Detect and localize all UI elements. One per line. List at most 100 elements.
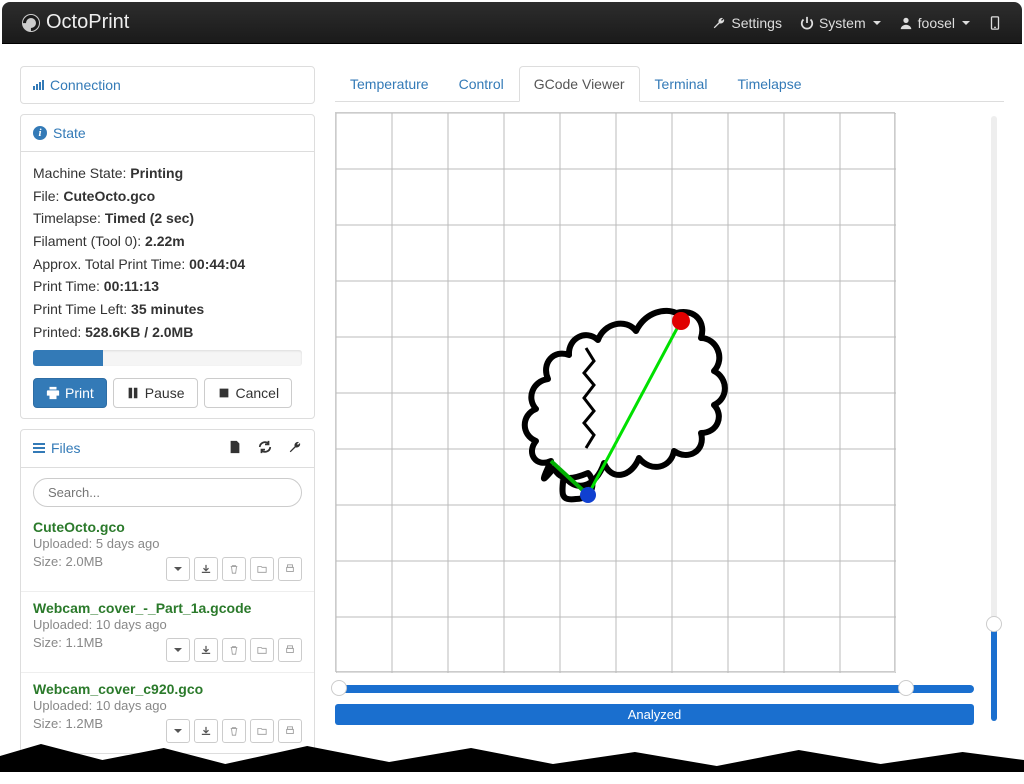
load-print-button[interactable] [278, 719, 302, 743]
folder-button[interactable] [250, 557, 274, 581]
search-input[interactable] [33, 478, 302, 507]
vslider-thumb[interactable] [986, 616, 1002, 632]
files-header: Files [21, 430, 314, 468]
print-label: Print [65, 385, 94, 401]
hslider-track [335, 685, 974, 693]
caret-icon [873, 21, 881, 25]
download-icon [201, 564, 211, 574]
sidebar: Connection i State Machine State: Printi… [20, 66, 315, 764]
approx-label: Approx. Total Print Time: [33, 256, 185, 272]
system-dropdown[interactable]: System [800, 15, 881, 31]
progress-bar-track [33, 350, 302, 366]
delete-button[interactable] [222, 719, 246, 743]
file-actions [166, 557, 302, 581]
pause-icon [126, 386, 140, 400]
download-icon [201, 726, 211, 736]
folder-button[interactable] [250, 719, 274, 743]
delete-button[interactable] [222, 638, 246, 662]
state-header[interactable]: i State [21, 115, 314, 152]
tab-temperature[interactable]: Temperature [335, 66, 444, 102]
vslider-fill [991, 624, 997, 721]
brand: OctoPrint [22, 11, 129, 34]
expand-button[interactable] [166, 638, 190, 662]
delete-button[interactable] [222, 557, 246, 581]
print-icon [46, 386, 60, 400]
timelapse-value: Timed (2 sec) [105, 210, 194, 226]
brand-text: OctoPrint [46, 11, 129, 34]
mobile-icon [988, 16, 1002, 30]
folder-icon [257, 645, 267, 655]
cancel-button[interactable]: Cancel [204, 378, 293, 408]
approx-value: 00:44:04 [189, 256, 245, 272]
file-actions [166, 638, 302, 662]
wrench-icon [288, 440, 302, 454]
container: Connection i State Machine State: Printi… [0, 46, 1024, 784]
caret-icon [962, 21, 970, 25]
horizontal-slider[interactable] [335, 680, 974, 698]
load-print-button[interactable] [278, 557, 302, 581]
pause-button[interactable]: Pause [113, 378, 198, 408]
file-icon [228, 440, 242, 454]
tabs: Temperature Control GCode Viewer Termina… [335, 66, 1004, 102]
files-title-wrap[interactable]: Files [33, 440, 81, 456]
chevron-down-icon [173, 645, 183, 655]
settings-link[interactable]: Settings [712, 15, 782, 31]
expand-button[interactable] [166, 719, 190, 743]
cancel-label: Cancel [236, 385, 280, 401]
hslider-thumb-right[interactable] [898, 680, 914, 696]
hslider-thumb-left[interactable] [331, 680, 347, 696]
viewer-wrap: Analyzed [335, 112, 1004, 725]
download-button[interactable] [194, 557, 218, 581]
printer-icon [285, 645, 295, 655]
filament-label: Filament (Tool 0): [33, 233, 141, 249]
file-uploaded: Uploaded: 10 days ago [33, 616, 302, 634]
file-uploaded: Uploaded: 5 days ago [33, 535, 302, 553]
mobile-link[interactable] [988, 16, 1002, 30]
tab-control[interactable]: Control [444, 66, 519, 102]
files-list: CuteOcto.gco Uploaded: 5 days ago Size: … [21, 511, 314, 754]
tab-timelapse[interactable]: Timelapse [722, 66, 816, 102]
chevron-down-icon [173, 726, 183, 736]
files-panel: Files CuteOcto.gco Uploaded: 5 days ago [20, 429, 315, 755]
files-settings-button[interactable] [288, 440, 302, 457]
progress-bar-fill [33, 350, 103, 366]
download-button[interactable] [194, 719, 218, 743]
user-dropdown[interactable]: foosel [899, 15, 970, 31]
search-wrap [21, 468, 314, 511]
connection-title: Connection [50, 77, 121, 93]
file-name[interactable]: Webcam_cover_-_Part_1a.gcode [33, 600, 302, 616]
printer-icon [285, 726, 295, 736]
state-button-row: Print Pause Cancel [33, 378, 302, 408]
vertical-slider[interactable] [984, 112, 1004, 725]
printer-icon [285, 564, 295, 574]
tab-terminal[interactable]: Terminal [640, 66, 723, 102]
machine-state-label: Machine State: [33, 165, 126, 181]
print-button[interactable]: Print [33, 378, 107, 408]
left-value: 35 minutes [131, 301, 204, 317]
main: Temperature Control GCode Viewer Termina… [335, 66, 1004, 764]
download-button[interactable] [194, 638, 218, 662]
trash-icon [229, 726, 239, 736]
timelapse-label: Timelapse: [33, 210, 101, 226]
file-name[interactable]: CuteOcto.gco [33, 519, 302, 535]
machine-state-value: Printing [130, 165, 183, 181]
print-time-value: 00:11:13 [104, 278, 159, 294]
file-item: Webcam_cover_-_Part_1a.gcode Uploaded: 1… [21, 592, 314, 673]
connection-panel: Connection [20, 66, 315, 104]
refresh-button[interactable] [258, 440, 272, 457]
download-icon [201, 645, 211, 655]
folder-button[interactable] [250, 638, 274, 662]
connection-header[interactable]: Connection [21, 67, 314, 103]
printed-label: Printed: [33, 324, 81, 340]
list-icon [33, 443, 45, 453]
tab-gcode[interactable]: GCode Viewer [519, 66, 640, 102]
file-add-button[interactable] [228, 440, 242, 457]
expand-button[interactable] [166, 557, 190, 581]
load-print-button[interactable] [278, 638, 302, 662]
gcode-canvas[interactable] [335, 112, 895, 672]
files-tools [228, 440, 302, 457]
file-item: Webcam_cover_c920.gco Uploaded: 10 days … [21, 673, 314, 753]
left-label: Print Time Left: [33, 301, 127, 317]
state-panel: i State Machine State: Printing File: Cu… [20, 114, 315, 419]
file-name[interactable]: Webcam_cover_c920.gco [33, 681, 302, 697]
